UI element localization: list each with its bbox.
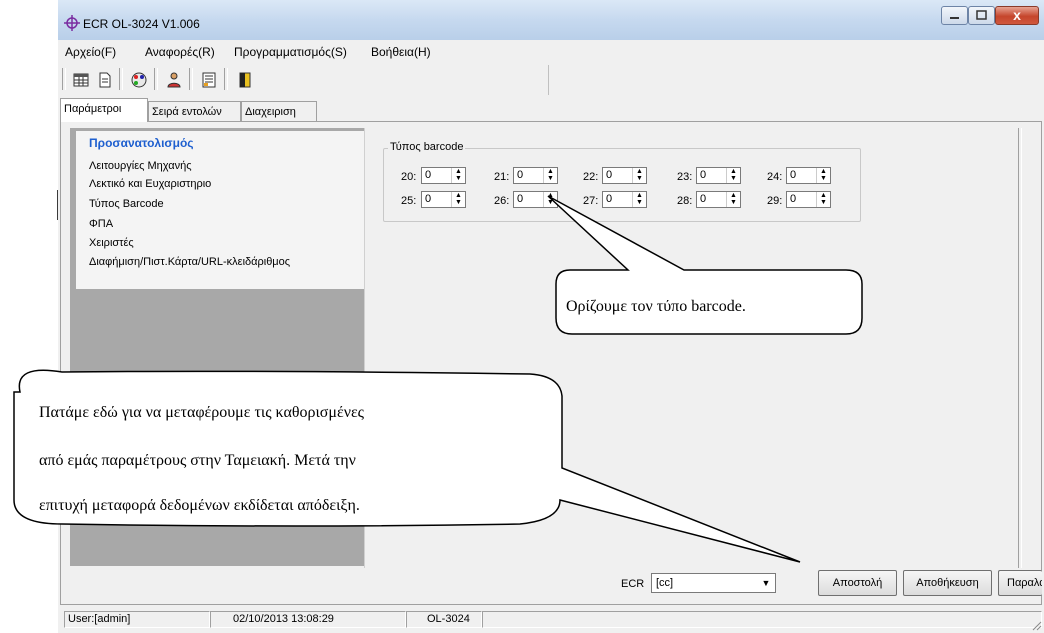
callout-send-line-2: από εμάς παραμέτρους στην Ταμειακή. Μετά… <box>39 452 356 469</box>
callout-overlay <box>13 195 863 563</box>
callout-barcode-text: Ορίζουμε τον τύπο barcode. <box>566 298 746 315</box>
tab-parameters[interactable]: Παράμετροι <box>60 98 148 122</box>
callout-send-line-1: Πατάμε εδώ για να μεταφέρουμε τις καθορι… <box>39 404 365 421</box>
callout-send-line-3: επιτυχή μεταφορά δεδομένων εκδίδεται από… <box>39 497 360 514</box>
